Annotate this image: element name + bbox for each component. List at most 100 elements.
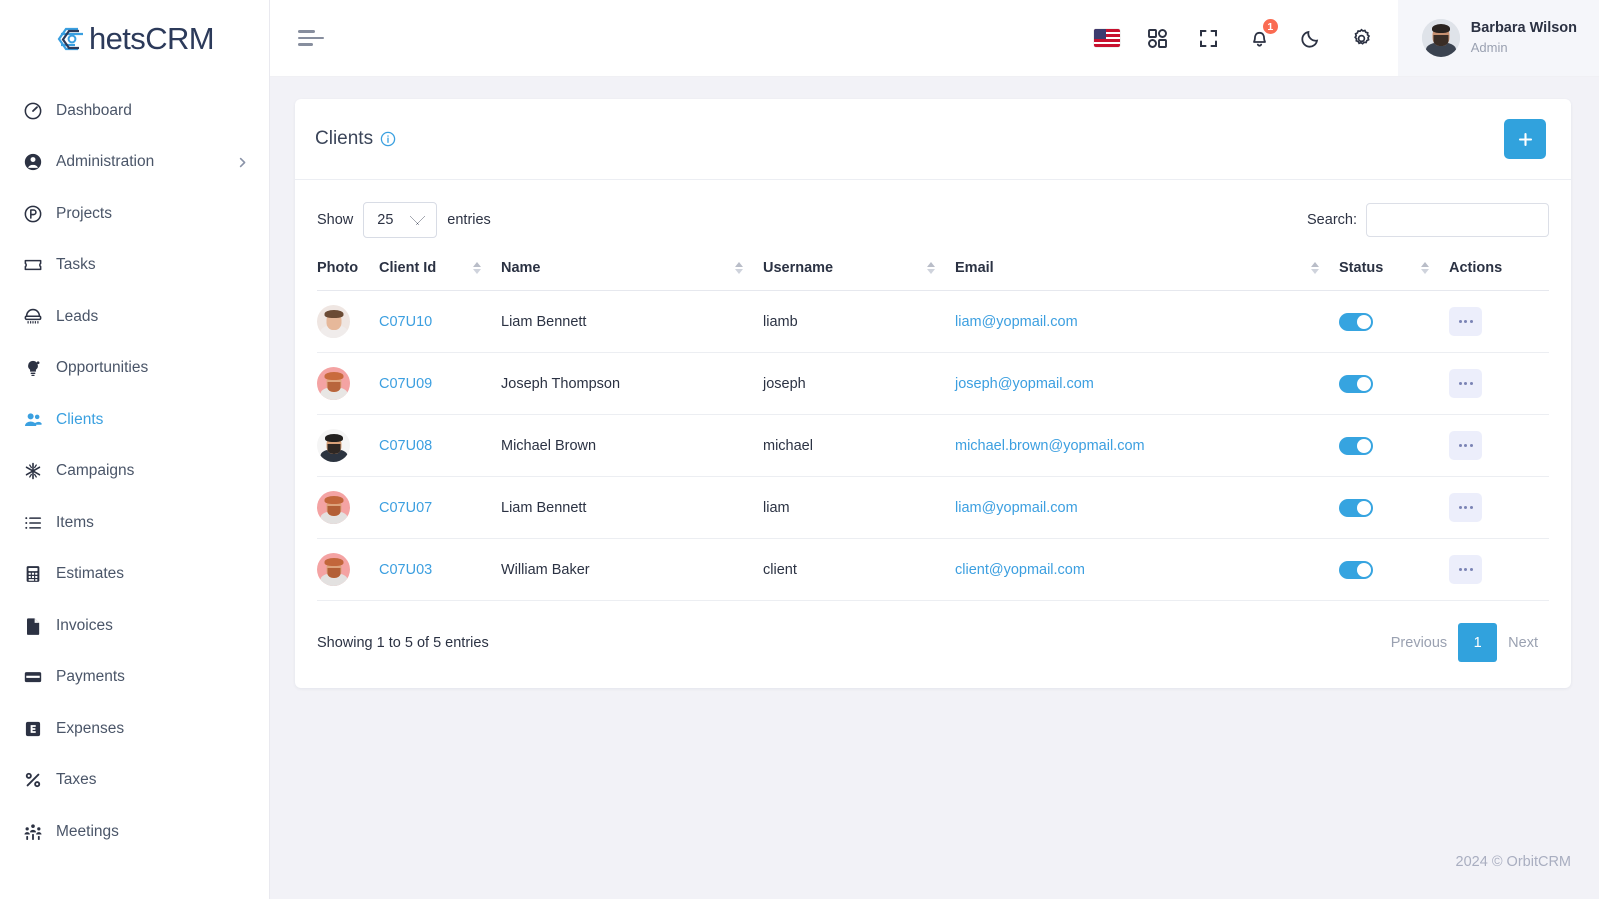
cell-email: michael.brown@yopmail.com bbox=[955, 414, 1339, 477]
sidebar-item-label: Expenses bbox=[56, 719, 125, 737]
sort-arrows-icon[interactable] bbox=[1421, 262, 1449, 274]
column-header-email[interactable]: Email bbox=[955, 260, 1339, 291]
status-toggle[interactable] bbox=[1339, 560, 1373, 579]
row-actions-button[interactable] bbox=[1449, 431, 1482, 460]
sidebar-item-expenses[interactable]: Expenses bbox=[0, 703, 269, 755]
cell-client-id: C07U08 bbox=[379, 414, 501, 477]
status-toggle[interactable] bbox=[1339, 436, 1373, 455]
show-label: Show bbox=[317, 212, 354, 228]
sidebar-item-label: Leads bbox=[56, 307, 99, 325]
sidebar-item-items[interactable]: Items bbox=[0, 497, 269, 549]
sidebar-item-leads[interactable]: Leads bbox=[0, 291, 269, 343]
ellipsis-icon bbox=[1458, 382, 1473, 385]
client-id-link[interactable]: C07U08 bbox=[379, 438, 432, 454]
status-toggle[interactable] bbox=[1339, 498, 1373, 517]
sort-arrows-icon[interactable] bbox=[735, 262, 763, 274]
sidebar-item-dashboard[interactable]: Dashboard bbox=[0, 85, 269, 137]
column-header-status[interactable]: Status bbox=[1339, 260, 1449, 291]
column-header-name[interactable]: Name bbox=[501, 260, 763, 291]
sidebar-item-label: Taxes bbox=[56, 771, 97, 789]
client-email-link[interactable]: liam@yopmail.com bbox=[955, 314, 1078, 330]
asterisk-icon bbox=[22, 460, 44, 482]
pagination-previous[interactable]: Previous bbox=[1380, 627, 1458, 658]
gear-icon[interactable] bbox=[1338, 14, 1386, 62]
topbar: 1 Barbara Wilson Admin bbox=[270, 0, 1599, 77]
brand-logo[interactable]: hetsCRM bbox=[0, 0, 269, 77]
credit-card-icon bbox=[22, 666, 44, 688]
ellipsis-icon bbox=[1458, 444, 1473, 447]
column-header-username[interactable]: Username bbox=[763, 260, 955, 291]
table-header-row: Photo Client Id Name Username Email Status Act… bbox=[317, 260, 1549, 291]
client-name: Joseph Thompson bbox=[501, 375, 621, 392]
add-client-button[interactable] bbox=[1504, 119, 1546, 159]
client-id-link[interactable]: C07U10 bbox=[379, 314, 432, 330]
sidebar-item-campaigns[interactable]: Campaigns bbox=[0, 446, 269, 498]
search-input[interactable] bbox=[1366, 203, 1549, 237]
card-header: Clients bbox=[295, 99, 1571, 180]
client-email-link[interactable]: liam@yopmail.com bbox=[955, 500, 1078, 516]
page-length-control: Show 102550100 entries bbox=[317, 202, 491, 238]
hamburger-icon[interactable] bbox=[298, 28, 324, 48]
table-footer: Showing 1 to 5 of 5 entries Previous 1 N… bbox=[295, 601, 1571, 688]
status-toggle[interactable] bbox=[1339, 312, 1373, 331]
client-name: Michael Brown bbox=[501, 437, 597, 454]
table-row: C07U10 Liam Bennett liamb liam@yopmail.com bbox=[317, 290, 1549, 353]
info-circle-icon[interactable] bbox=[380, 131, 396, 147]
sidebar: hetsCRM Dashboard Administration Projects T… bbox=[0, 0, 270, 899]
user-profile-menu[interactable]: Barbara Wilson Admin bbox=[1397, 0, 1599, 76]
cell-client-id: C07U03 bbox=[379, 538, 501, 601]
status-toggle[interactable] bbox=[1339, 374, 1373, 393]
sort-arrows-icon[interactable] bbox=[1311, 262, 1339, 274]
pagination-next[interactable]: Next bbox=[1497, 627, 1549, 658]
client-username: joseph bbox=[763, 375, 806, 392]
client-id-link[interactable]: C07U07 bbox=[379, 500, 432, 516]
client-name: Liam Bennett bbox=[501, 499, 587, 516]
client-email-link[interactable]: client@yopmail.com bbox=[955, 562, 1085, 578]
search-control: Search: bbox=[1307, 203, 1549, 237]
column-header-client-id[interactable]: Client Id bbox=[379, 260, 501, 291]
sidebar-item-taxes[interactable]: Taxes bbox=[0, 755, 269, 807]
flag-us-icon[interactable] bbox=[1083, 14, 1131, 62]
pagination-page-1[interactable]: 1 bbox=[1458, 623, 1498, 662]
entries-label: entries bbox=[447, 212, 491, 228]
sidebar-item-payments[interactable]: Payments bbox=[0, 652, 269, 704]
fullscreen-icon[interactable] bbox=[1185, 14, 1233, 62]
sidebar-item-tasks[interactable]: Tasks bbox=[0, 240, 269, 292]
cell-photo bbox=[317, 290, 379, 353]
sidebar-item-administration[interactable]: Administration bbox=[0, 137, 269, 189]
apps-grid-icon[interactable] bbox=[1134, 14, 1182, 62]
pagination: Previous 1 Next bbox=[1380, 623, 1549, 662]
cell-email: joseph@yopmail.com bbox=[955, 352, 1339, 415]
sort-arrows-icon[interactable] bbox=[473, 262, 501, 274]
client-id-link[interactable]: C07U03 bbox=[379, 562, 432, 578]
client-id-link[interactable]: C07U09 bbox=[379, 376, 432, 392]
row-actions-button[interactable] bbox=[1449, 307, 1482, 336]
sidebar-item-projects[interactable]: Projects bbox=[0, 188, 269, 240]
page-length-select[interactable]: 102550100 bbox=[363, 202, 438, 238]
moon-icon[interactable] bbox=[1287, 14, 1335, 62]
sidebar-item-meetings[interactable]: Meetings bbox=[0, 806, 269, 858]
cell-client-id: C07U07 bbox=[379, 476, 501, 539]
user-circle-icon bbox=[22, 151, 44, 173]
plus-icon bbox=[1518, 132, 1533, 147]
pagination-info: Showing 1 to 5 of 5 entries bbox=[317, 634, 489, 651]
p-circle-icon bbox=[22, 203, 44, 225]
cell-client-id: C07U09 bbox=[379, 352, 501, 415]
sidebar-item-clients[interactable]: Clients bbox=[0, 394, 269, 446]
bell-icon[interactable]: 1 bbox=[1236, 14, 1284, 62]
client-email-link[interactable]: michael.brown@yopmail.com bbox=[955, 438, 1145, 454]
row-actions-button[interactable] bbox=[1449, 493, 1482, 522]
client-email-link[interactable]: joseph@yopmail.com bbox=[955, 376, 1094, 392]
phone-retro-icon bbox=[22, 306, 44, 328]
sort-arrows-icon[interactable] bbox=[927, 262, 955, 274]
sidebar-item-label: Campaigns bbox=[56, 462, 135, 480]
sidebar-item-estimates[interactable]: Estimates bbox=[0, 549, 269, 601]
row-actions-button[interactable] bbox=[1449, 555, 1482, 584]
row-actions-button[interactable] bbox=[1449, 369, 1482, 398]
speedometer-icon bbox=[22, 100, 44, 122]
column-header-label: Photo bbox=[317, 260, 359, 276]
cell-actions bbox=[1449, 538, 1549, 601]
sidebar-item-opportunities[interactable]: Opportunities bbox=[0, 343, 269, 395]
sidebar-item-label: Estimates bbox=[56, 565, 125, 583]
sidebar-item-invoices[interactable]: Invoices bbox=[0, 600, 269, 652]
